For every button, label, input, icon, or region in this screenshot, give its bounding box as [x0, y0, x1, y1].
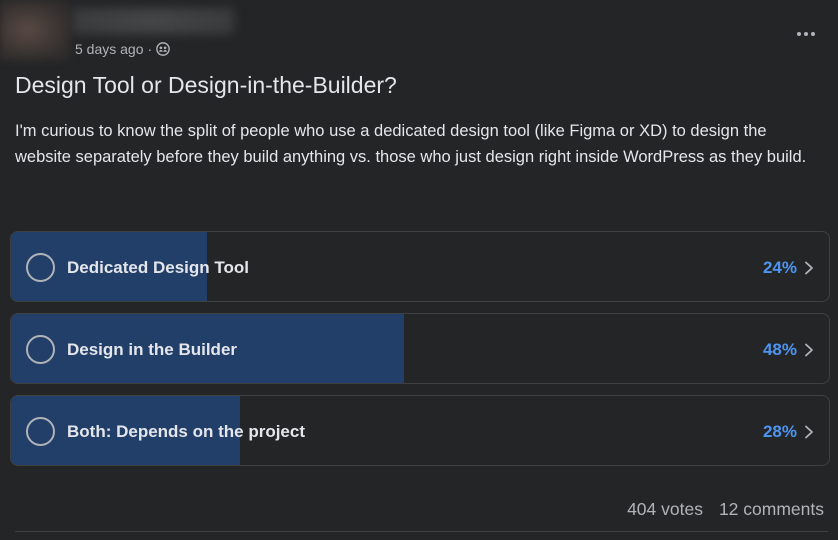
poll-option-label: Design in the Builder — [67, 340, 238, 359]
group-icon — [156, 42, 170, 56]
poll-option-label: Both: Depends on the project — [67, 422, 305, 441]
poll-option-percent: 48% — [762, 340, 797, 359]
chevron-right-icon[interactable] — [803, 343, 815, 357]
radio-circle-icon[interactable] — [26, 417, 55, 446]
poll-option-design-in-the-builder[interactable]: Design in the Builder 48% — [10, 313, 830, 384]
poll-option-both-depends[interactable]: Both: Depends on the project 28% — [10, 395, 830, 466]
avatar[interactable] — [0, 0, 70, 60]
chevron-right-icon[interactable] — [803, 261, 815, 275]
radio-circle-icon[interactable] — [26, 335, 55, 364]
post-description: I'm curious to know the split of people … — [15, 122, 807, 166]
post-title: Design Tool or Design-in-the-Builder? — [15, 72, 397, 98]
post-footer: 404 votes 12 comments — [627, 499, 824, 523]
radio-circle-icon[interactable] — [26, 253, 55, 282]
more-horizontal-icon — [797, 32, 801, 36]
poll-option-label: Dedicated Design Tool — [67, 258, 249, 277]
meta-separator: · — [147, 41, 153, 57]
poll-option-percent: 24% — [762, 258, 797, 277]
timestamp[interactable]: 5 days ago — [75, 41, 144, 57]
comments-count[interactable]: 12 comments — [719, 499, 824, 523]
poll-post: 5 days ago · Design Tool or Design-in-th… — [0, 0, 838, 540]
post-meta: 5 days ago · — [75, 40, 170, 58]
poll-option-dedicated-design-tool[interactable]: Dedicated Design Tool 24% — [10, 231, 830, 302]
author-name-blurred[interactable] — [72, 8, 234, 34]
more-options-button[interactable] — [788, 22, 824, 46]
votes-count[interactable]: 404 votes — [627, 499, 703, 523]
poll-option-percent: 28% — [762, 422, 797, 441]
divider — [15, 531, 828, 532]
chevron-right-icon[interactable] — [803, 425, 815, 439]
